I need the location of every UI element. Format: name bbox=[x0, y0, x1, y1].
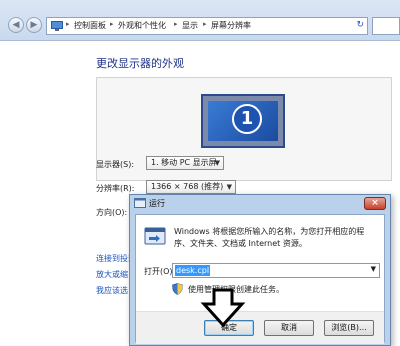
chevron-down-icon: ▼ bbox=[226, 183, 232, 191]
breadcrumb-display[interactable]: 显示 bbox=[182, 20, 198, 31]
cancel-button[interactable]: 取消 bbox=[264, 320, 314, 336]
back-arrow-icon: ◀ bbox=[12, 20, 20, 30]
resolution-label: 分辨率(R): bbox=[96, 184, 135, 193]
monitor-screen: 1 bbox=[208, 101, 278, 141]
forward-button[interactable]: ▶ bbox=[26, 17, 42, 33]
help-link[interactable]: 我应该选 bbox=[96, 285, 128, 296]
run-description: Windows 将根据您所输入的名称，为您打开相应的程序、文件夹、文档或 Int… bbox=[174, 227, 365, 248]
breadcrumb-separator: ▸ bbox=[174, 20, 178, 28]
monitor-preview-area: 1 bbox=[96, 77, 392, 181]
display-label: 显示器(S): bbox=[96, 160, 135, 169]
browse-button[interactable]: 浏览(B)... bbox=[324, 320, 374, 336]
chevron-down-icon: ▼ bbox=[214, 159, 220, 167]
shield-icon bbox=[172, 283, 183, 295]
run-dialog-title: 运行 bbox=[149, 199, 165, 208]
breadcrumb-separator: ▸ bbox=[110, 20, 114, 28]
breadcrumb-appearance[interactable]: 外观和个性化 bbox=[118, 20, 166, 31]
breadcrumb-separator: ▸ bbox=[203, 20, 207, 28]
breadcrumb-separator: ▸ bbox=[66, 20, 70, 28]
open-input-value: desk.cpl bbox=[175, 265, 211, 276]
run-dialog: 运行 × Windows 将根据您所输入的名称，为您打开相应的程序、文件夹、文档… bbox=[129, 194, 391, 346]
forward-arrow-icon: ▶ bbox=[30, 20, 38, 30]
resolution-select[interactable]: 1366 × 768 (推荐) ▼ bbox=[146, 180, 236, 194]
display-select[interactable]: 1. 移动 PC 显示屏 ▼ bbox=[146, 156, 224, 170]
breadcrumb-control-panel[interactable]: 控制面板 bbox=[74, 20, 106, 31]
close-button[interactable]: × bbox=[364, 197, 386, 210]
resolution-select-value: 1366 × 768 (推荐) bbox=[151, 182, 224, 191]
back-button[interactable]: ◀ bbox=[8, 17, 24, 33]
address-bar[interactable]: ▸ 控制面板 ▸ 外观和个性化 ▸ 显示 ▸ 屏幕分辨率 ↻ bbox=[46, 17, 368, 35]
text-size-link[interactable]: 放大或缩 bbox=[96, 269, 128, 280]
run-dialog-body: Windows 将根据您所输入的名称，为您打开相应的程序、文件夹、文档或 Int… bbox=[135, 214, 385, 344]
monitor-icon[interactable]: 1 bbox=[201, 94, 285, 148]
page-title: 更改显示器的外观 bbox=[96, 57, 184, 70]
open-label: 打开(O): bbox=[144, 267, 176, 276]
open-input[interactable]: desk.cpl ▼ bbox=[172, 263, 380, 278]
display-select-value: 1. 移动 PC 显示屏 bbox=[151, 158, 217, 167]
dialog-button-row: 确定 取消 浏览(B)... bbox=[136, 311, 384, 344]
run-dialog-titlebar[interactable]: 运行 × bbox=[130, 195, 390, 213]
control-panel-icon bbox=[51, 21, 63, 31]
run-program-icon bbox=[134, 198, 146, 208]
orientation-label: 方向(O): bbox=[96, 208, 128, 217]
explorer-toolbar: ◀ ▶ ▸ 控制面板 ▸ 外观和个性化 ▸ 显示 ▸ 屏幕分辨率 ↻ bbox=[0, 0, 400, 41]
refresh-icon[interactable]: ↻ bbox=[356, 20, 364, 30]
down-arrow-pointer-icon bbox=[200, 288, 246, 328]
chevron-down-icon[interactable]: ▼ bbox=[371, 265, 376, 273]
search-box[interactable] bbox=[372, 17, 400, 35]
close-icon: × bbox=[371, 198, 379, 208]
run-program-icon bbox=[144, 227, 166, 245]
monitor-number: 1 bbox=[232, 104, 262, 134]
breadcrumb-screen-resolution[interactable]: 屏幕分辨率 bbox=[211, 20, 251, 31]
